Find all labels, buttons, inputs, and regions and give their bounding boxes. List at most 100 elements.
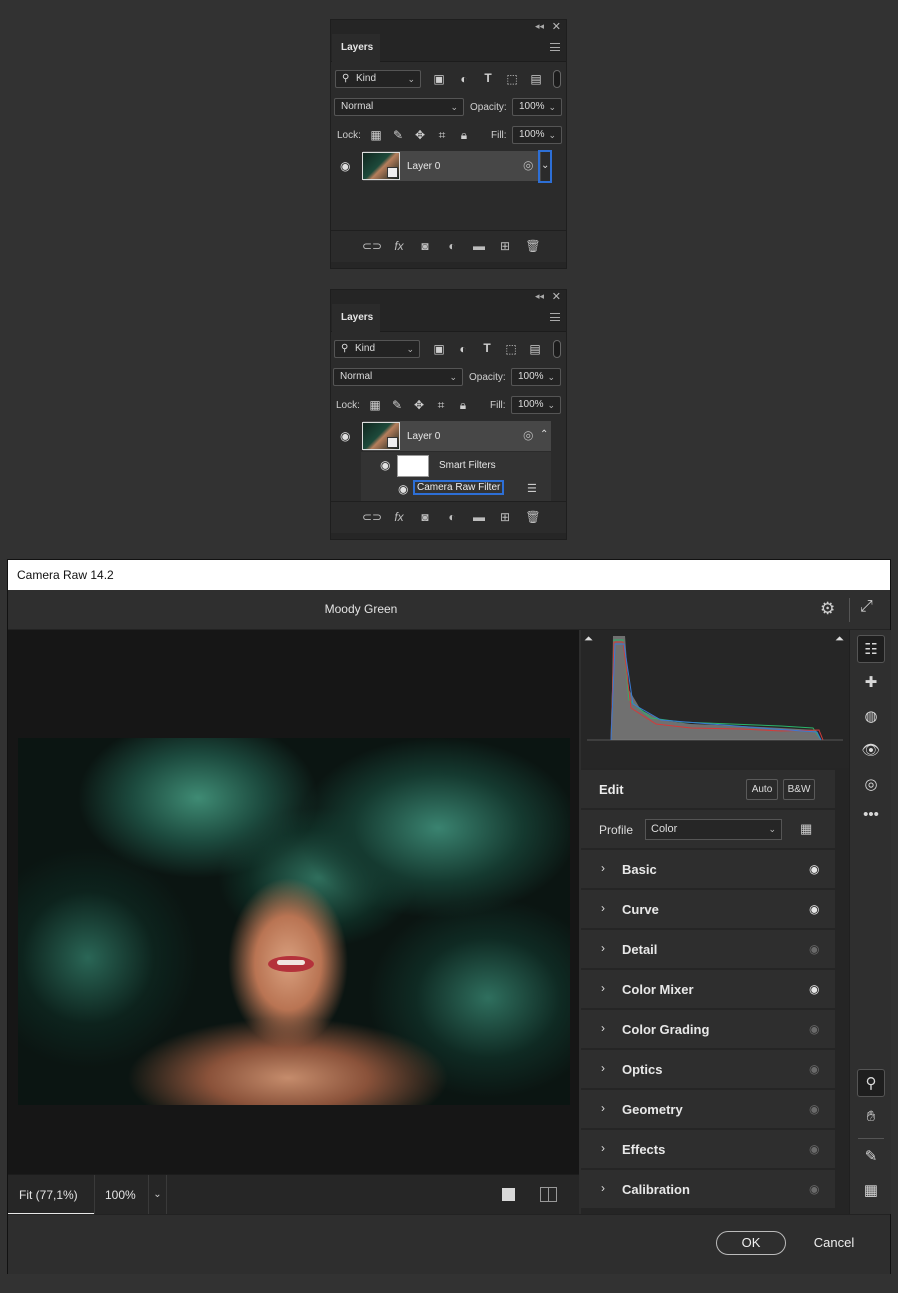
section-basic[interactable]: › Basic ◉	[581, 850, 835, 888]
lock-all-icon[interactable]: 🔒︎	[455, 398, 471, 413]
adjustment-filter-icon[interactable]: ◐	[456, 72, 472, 86]
filter-toggle[interactable]	[553, 70, 561, 88]
fx-icon[interactable]: fx	[391, 239, 407, 253]
hand-tool-icon[interactable]: ✋︎	[857, 1103, 885, 1131]
visibility-eye-icon[interactable]: ◉	[809, 982, 819, 996]
lock-position-icon[interactable]: ✥	[412, 128, 428, 142]
lock-transparent-icon[interactable]: ▦	[368, 128, 384, 142]
visibility-eye-icon[interactable]: ◉	[809, 1142, 819, 1156]
lock-artboard-icon[interactable]: ⌗	[434, 128, 450, 143]
collapse-icon[interactable]: ◂◂	[535, 291, 544, 302]
layer-row[interactable]: Layer 0 ◎ ⌃	[362, 421, 551, 451]
eye-icon[interactable]: ◉	[380, 458, 390, 472]
zoom-dropdown[interactable]: ⌄	[149, 1175, 167, 1215]
trash-icon[interactable]: 🗑︎	[525, 510, 541, 524]
shape-filter-icon[interactable]: ⬚	[504, 72, 520, 86]
section-effects[interactable]: › Effects ◉	[581, 1130, 835, 1168]
close-icon[interactable]: ✕	[552, 290, 561, 303]
red-eye-tool-icon[interactable]: 👁︎	[857, 737, 885, 765]
ok-button[interactable]: OK	[716, 1231, 786, 1255]
visibility-eye-icon[interactable]: ◉	[809, 1102, 819, 1116]
eye-icon[interactable]: ◉	[340, 159, 350, 173]
eyedropper-tool-icon[interactable]: ✎	[857, 1143, 885, 1171]
visibility-eye-icon[interactable]: ◉	[809, 862, 819, 876]
visibility-eye-icon[interactable]: ◉	[809, 1062, 819, 1076]
fill-input[interactable]: 100% ⌄	[512, 126, 562, 144]
layer-row[interactable]: Layer 0 ◎	[362, 151, 541, 181]
visibility-eye-icon[interactable]: ◉	[809, 942, 819, 956]
new-layer-icon[interactable]: ⊞	[497, 239, 513, 253]
resize-grip[interactable]	[331, 533, 566, 539]
profile-browser-icon[interactable]: ▦	[800, 821, 812, 837]
type-filter-icon[interactable]: T	[479, 341, 495, 355]
smart-object-filter-icon[interactable]: ▤	[527, 342, 543, 356]
edit-tool-icon[interactable]: ☷	[857, 635, 885, 663]
close-icon[interactable]: ✕	[552, 20, 561, 33]
eye-icon[interactable]: ◉	[398, 482, 408, 496]
section-calibration[interactable]: › Calibration ◉	[581, 1170, 835, 1208]
pixel-filter-icon[interactable]: ▣	[431, 342, 447, 356]
presets-tool-icon[interactable]: ◎	[857, 771, 885, 799]
zoom-100-button[interactable]: 100%	[94, 1175, 149, 1215]
fill-input[interactable]: 100% ⌄	[511, 396, 561, 414]
blend-mode-select[interactable]: Normal ⌄	[334, 98, 464, 116]
section-curve[interactable]: › Curve ◉	[581, 890, 835, 928]
scrollbar[interactable]	[837, 770, 845, 1214]
group-folder-icon[interactable]: ▬	[471, 239, 487, 253]
lock-image-icon[interactable]: ✎	[390, 128, 406, 142]
mask-icon[interactable]: ◙	[417, 510, 433, 524]
visibility-eye-icon[interactable]: ◉	[809, 1182, 819, 1196]
panel-menu-icon[interactable]	[550, 313, 560, 321]
link-icon[interactable]: ⊂⊃	[362, 510, 382, 524]
section-color-grading[interactable]: › Color Grading ◉	[581, 1010, 835, 1048]
more-icon[interactable]: •••	[857, 801, 885, 829]
adjustment-layer-icon[interactable]: ◐	[444, 239, 460, 253]
opacity-input[interactable]: 100% ⌄	[511, 368, 561, 386]
adjustment-layer-icon[interactable]: ◐	[444, 510, 460, 524]
kind-filter-select[interactable]: ⚲ Kind ⌄	[334, 340, 420, 358]
shape-filter-icon[interactable]: ⬚	[503, 342, 519, 356]
healing-tool-icon[interactable]: ✚	[857, 669, 885, 697]
filter-toggle[interactable]	[553, 340, 561, 358]
lock-all-icon[interactable]: 🔒︎	[456, 128, 472, 143]
blend-mode-select[interactable]: Normal ⌄	[333, 368, 463, 386]
lock-artboard-icon[interactable]: ⌗	[433, 398, 449, 413]
filter-name-input[interactable]: Camera Raw Filter	[413, 480, 505, 495]
panel-menu-icon[interactable]	[550, 43, 560, 51]
opacity-input[interactable]: 100% ⌄	[512, 98, 562, 116]
image-preview[interactable]	[8, 630, 579, 1174]
zoom-fit-button[interactable]: Fit (77,1%)	[8, 1175, 94, 1215]
kind-filter-select[interactable]: ⚲ Kind ⌄	[335, 70, 421, 88]
lock-transparent-icon[interactable]: ▦	[367, 398, 383, 412]
auto-button[interactable]: Auto	[746, 779, 778, 800]
section-color-mixer[interactable]: › Color Mixer ◉	[581, 970, 835, 1008]
section-geometry[interactable]: › Geometry ◉	[581, 1090, 835, 1128]
fx-icon[interactable]: fx	[391, 510, 407, 524]
lock-image-icon[interactable]: ✎	[389, 398, 405, 412]
new-layer-icon[interactable]: ⊞	[497, 510, 513, 524]
smart-object-filter-icon[interactable]: ▤	[528, 72, 544, 86]
smart-filter-mask[interactable]	[397, 455, 429, 477]
expand-filters-toggle[interactable]: ⌄	[538, 150, 552, 183]
bw-button[interactable]: B&W	[783, 779, 815, 800]
pixel-filter-icon[interactable]: ▣	[431, 72, 447, 86]
resize-grip[interactable]	[331, 262, 566, 268]
adjustment-filter-icon[interactable]: ◐	[455, 342, 471, 356]
profile-select[interactable]: Color ⌄	[645, 819, 782, 840]
visibility-eye-icon[interactable]: ◉	[809, 1022, 819, 1036]
visibility-eye-icon[interactable]: ◉	[809, 902, 819, 916]
tab-layers[interactable]: Layers	[332, 34, 380, 62]
masking-tool-icon[interactable]: ◍	[857, 703, 885, 731]
zoom-tool-icon[interactable]: ⚲	[857, 1069, 885, 1097]
chevron-up-icon[interactable]: ⌃	[540, 429, 548, 440]
filter-options-icon[interactable]: ☰	[527, 482, 537, 495]
gear-icon[interactable]: ⚙	[820, 599, 835, 619]
section-optics[interactable]: › Optics ◉	[581, 1050, 835, 1088]
fullscreen-icon[interactable]: ⤢	[860, 598, 873, 616]
lock-position-icon[interactable]: ✥	[411, 398, 427, 412]
cancel-button[interactable]: Cancel	[810, 1231, 858, 1255]
trash-icon[interactable]: 🗑︎	[525, 239, 541, 253]
type-filter-icon[interactable]: T	[480, 71, 496, 85]
tab-layers[interactable]: Layers	[332, 304, 380, 332]
link-icon[interactable]: ⊂⊃	[362, 239, 382, 253]
